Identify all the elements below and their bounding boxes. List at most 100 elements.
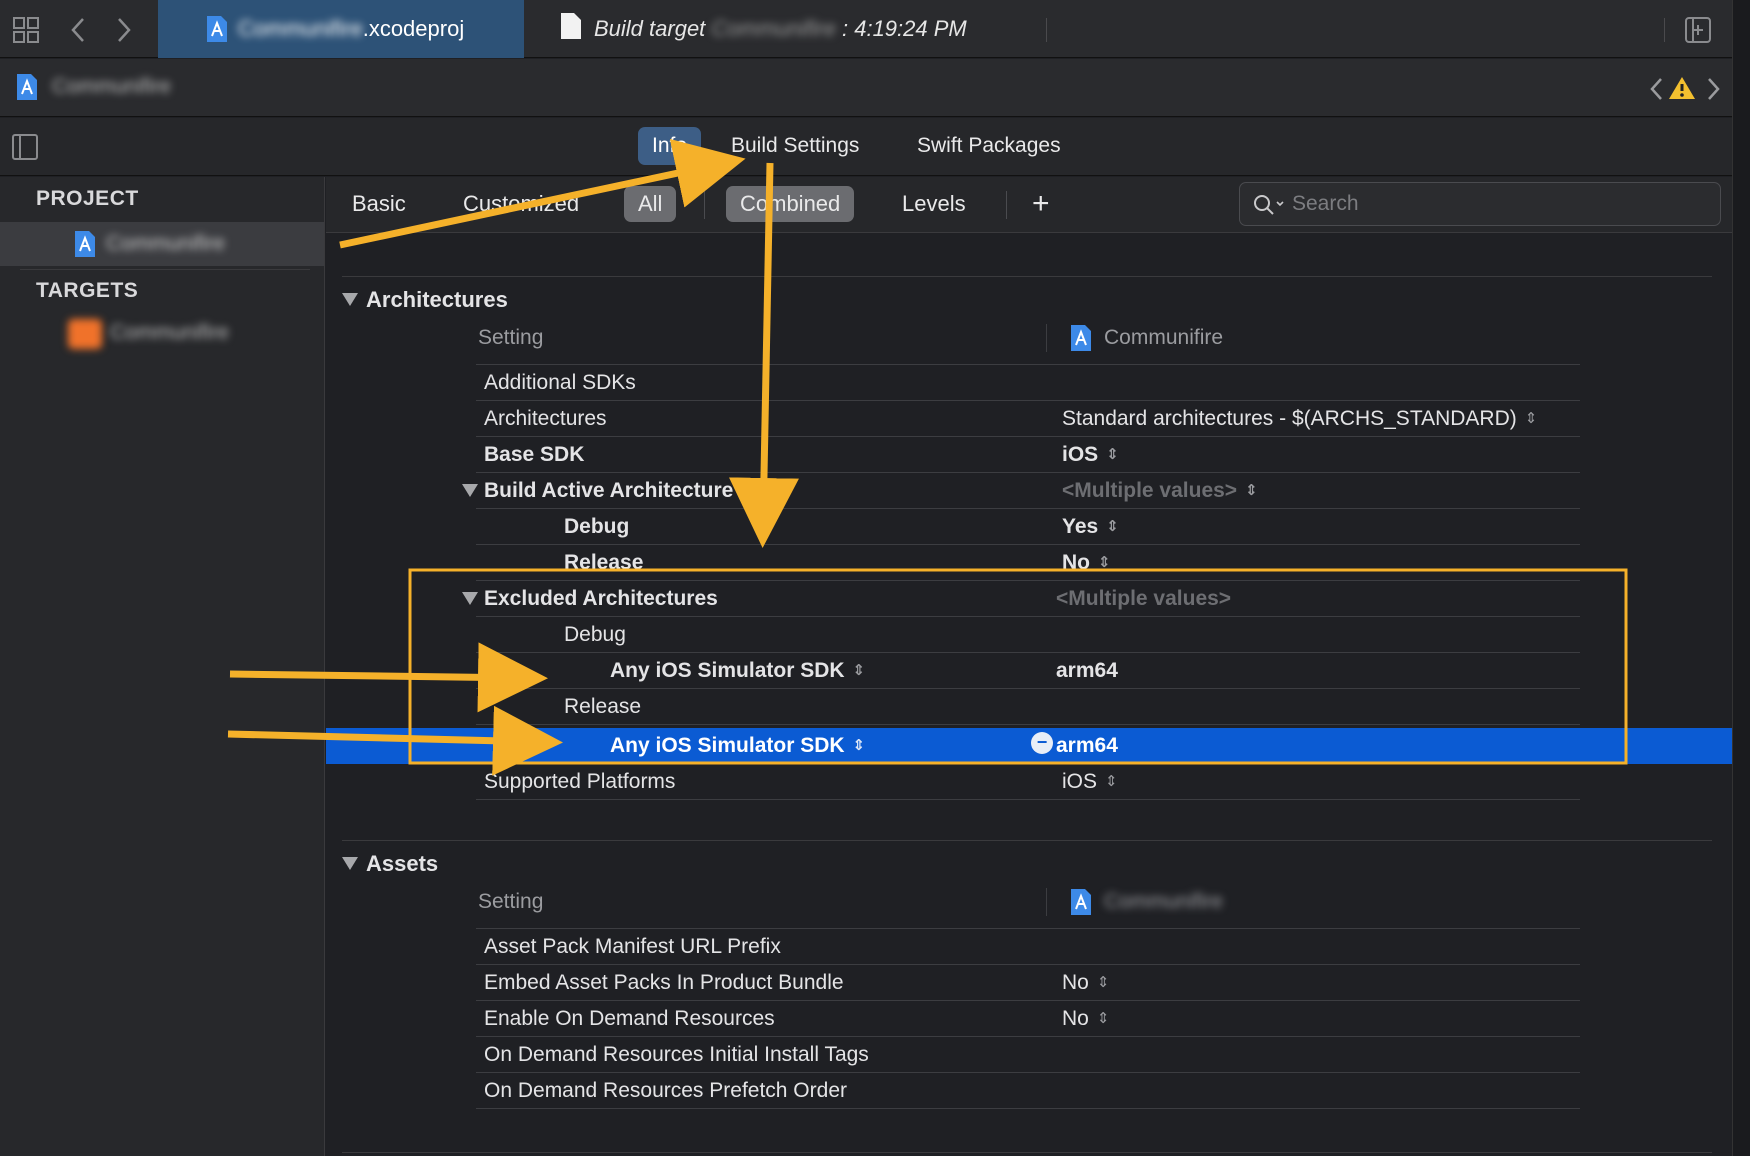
setting-row[interactable]: Build Active Architecture Only <Multiple… bbox=[476, 473, 1580, 509]
section-divider bbox=[342, 840, 1712, 841]
setting-row[interactable]: Supported Platforms iOS⇕ bbox=[476, 764, 1580, 800]
setting-key: On Demand Resources Prefetch Order bbox=[484, 1079, 847, 1103]
stepper-icon[interactable]: ⇕ bbox=[1245, 481, 1258, 499]
disclosure-triangle-icon[interactable] bbox=[462, 484, 478, 497]
chevron-right-icon[interactable] bbox=[110, 14, 138, 46]
setting-key: Debug bbox=[564, 623, 626, 647]
setting-row[interactable]: Any iOS Simulator SDK⇕ arm64 bbox=[476, 653, 1580, 689]
setting-value: Standard architectures - $(ARCHS_STANDAR… bbox=[1062, 407, 1517, 430]
tab-info[interactable]: Info bbox=[638, 127, 701, 165]
setting-row[interactable]: On Demand Resources Prefetch Order bbox=[476, 1073, 1580, 1109]
setting-key: Release bbox=[564, 551, 643, 575]
filter-customized[interactable]: Customized bbox=[463, 186, 579, 222]
targets-header: TARGETS bbox=[36, 279, 138, 303]
document-icon bbox=[560, 12, 582, 46]
filter-divider bbox=[704, 191, 705, 219]
chevron-left-icon[interactable] bbox=[64, 14, 92, 46]
stepper-icon[interactable]: ⇕ bbox=[853, 736, 866, 754]
setting-key: On Demand Resources Initial Install Tags bbox=[484, 1043, 869, 1067]
setting-value: arm64 bbox=[1056, 734, 1118, 758]
add-editor-icon[interactable] bbox=[1682, 14, 1714, 46]
search-icon bbox=[1252, 193, 1286, 223]
tab-divider bbox=[1046, 18, 1047, 42]
setting-key: Asset Pack Manifest URL Prefix bbox=[484, 935, 781, 959]
disclosure-triangle-icon[interactable] bbox=[342, 857, 358, 870]
tab-build-target[interactable]: Build target Communifire : 4:19:24 PM bbox=[560, 0, 967, 58]
setting-row[interactable]: Embed Asset Packs In Product Bundle No⇕ bbox=[476, 965, 1580, 1001]
stepper-icon[interactable]: ⇕ bbox=[1097, 973, 1110, 991]
filter-basic[interactable]: Basic bbox=[352, 186, 406, 222]
stepper-icon[interactable]: ⇕ bbox=[1098, 553, 1111, 571]
search-field[interactable]: Search bbox=[1239, 182, 1721, 226]
setting-value: Yes bbox=[1062, 515, 1098, 538]
stepper-icon[interactable]: ⇕ bbox=[1097, 1009, 1110, 1027]
setting-key: Base SDK bbox=[484, 443, 584, 467]
app-target-icon bbox=[68, 319, 102, 349]
build-target-prefix: Build target bbox=[594, 16, 705, 42]
setting-key: Release bbox=[564, 695, 641, 719]
sidebar-item-project[interactable]: Communifire bbox=[0, 222, 324, 266]
right-edge-strip bbox=[1732, 0, 1750, 1156]
section-title-architectures[interactable]: Architectures bbox=[366, 287, 508, 313]
setting-key: Any iOS Simulator SDK bbox=[610, 659, 845, 682]
add-setting-button[interactable]: + bbox=[1032, 186, 1050, 222]
project-file-icon bbox=[1070, 324, 1092, 358]
chevron-right-icon[interactable] bbox=[1704, 74, 1724, 104]
sidebar-project-name: Communifire bbox=[106, 232, 225, 256]
column-divider bbox=[1046, 888, 1047, 916]
setting-row[interactable]: Release bbox=[476, 689, 1580, 725]
project-file-icon bbox=[1070, 888, 1092, 922]
tab-xcodeproj[interactable]: Communifire .xcodeproj bbox=[158, 0, 524, 58]
jump-bar-project-name[interactable]: Communifire bbox=[52, 75, 171, 99]
setting-row[interactable]: Any iOS Simulator SDK⇕ arm64 bbox=[476, 728, 1580, 764]
project-header: PROJECT bbox=[36, 187, 139, 211]
stepper-icon[interactable]: ⇕ bbox=[1105, 772, 1118, 790]
chevron-left-icon[interactable] bbox=[1646, 74, 1666, 104]
setting-row[interactable]: Enable On Demand Resources No⇕ bbox=[476, 1001, 1580, 1037]
setting-value: No bbox=[1062, 551, 1090, 574]
setting-value: No bbox=[1062, 971, 1089, 994]
setting-row[interactable]: Debug bbox=[476, 617, 1580, 653]
setting-row[interactable]: Excluded Architectures <Multiple values> bbox=[476, 581, 1580, 617]
project-file-icon bbox=[74, 230, 96, 263]
warning-icon[interactable] bbox=[1668, 75, 1696, 106]
stepper-icon[interactable]: ⇕ bbox=[1106, 445, 1119, 463]
setting-row[interactable]: Architectures Standard architectures - $… bbox=[476, 401, 1580, 437]
sidebar-divider bbox=[20, 269, 310, 270]
setting-row[interactable]: Debug Yes ⇕ bbox=[476, 509, 1580, 545]
setting-row[interactable]: Asset Pack Manifest URL Prefix bbox=[476, 929, 1580, 965]
sidebar-toggle-icon[interactable] bbox=[12, 134, 38, 165]
build-target-time: : 4:19:24 PM bbox=[842, 16, 967, 42]
tab-project-name: Communifire bbox=[238, 16, 363, 42]
setting-row[interactable]: Additional SDKs bbox=[476, 365, 1580, 401]
setting-value: iOS bbox=[1062, 770, 1097, 793]
setting-value: <Multiple values> bbox=[1062, 479, 1237, 502]
xcodeproj-file-icon bbox=[206, 15, 228, 49]
disclosure-triangle-icon[interactable] bbox=[342, 293, 358, 306]
tab-bar: Communifire .xcodeproj Build target Comm… bbox=[0, 0, 1732, 58]
column-setting: Setting bbox=[478, 890, 543, 914]
filter-levels[interactable]: Levels bbox=[902, 186, 966, 222]
stepper-icon[interactable]: ⇕ bbox=[853, 661, 866, 679]
stepper-icon[interactable]: ⇕ bbox=[1525, 409, 1538, 427]
setting-row[interactable]: Release No ⇕ bbox=[476, 545, 1580, 581]
section-title-assets[interactable]: Assets bbox=[366, 851, 438, 877]
stepper-icon[interactable]: ⇕ bbox=[1106, 517, 1119, 535]
tab-build-settings[interactable]: Build Settings bbox=[731, 127, 859, 165]
setting-value: <Multiple values> bbox=[1056, 587, 1231, 611]
setting-key: Debug bbox=[564, 515, 629, 539]
filter-combined[interactable]: Combined bbox=[726, 186, 854, 222]
editor-tab-row: Info Build Settings Swift Packages bbox=[0, 118, 1732, 176]
sidebar-item-target[interactable]: Communifire bbox=[0, 313, 324, 353]
build-settings-filter-bar: Basic Customized All Combined Levels + S… bbox=[326, 177, 1732, 233]
column-target: Communifire bbox=[1104, 890, 1223, 914]
filter-all[interactable]: All bbox=[624, 186, 676, 222]
tab-swift-packages[interactable]: Swift Packages bbox=[917, 127, 1061, 165]
filter-divider bbox=[1006, 191, 1007, 219]
grid-icon[interactable] bbox=[10, 14, 42, 46]
jump-bar: Communifire bbox=[0, 59, 1732, 117]
setting-row[interactable]: On Demand Resources Initial Install Tags bbox=[476, 1037, 1580, 1073]
disclosure-triangle-icon[interactable] bbox=[462, 592, 478, 605]
column-header-row: Setting Communifire bbox=[476, 320, 1580, 356]
setting-row[interactable]: Base SDK iOS⇕ bbox=[476, 437, 1580, 473]
